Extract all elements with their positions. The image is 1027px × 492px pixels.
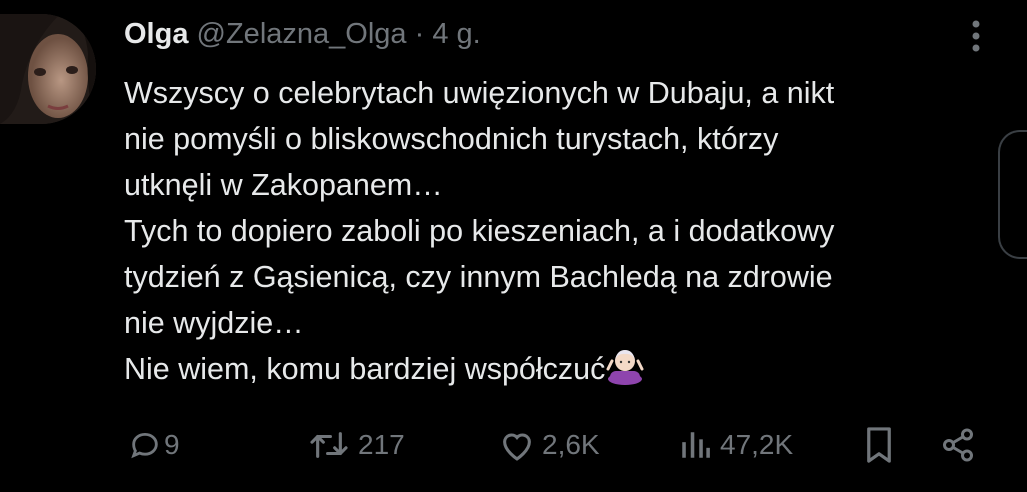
avatar[interactable] [0,14,96,124]
tweet-line: Tych to dopiero zaboli po kieszeniach, a… [124,214,835,248]
tweet-header: Olga @Zelazna_Olga · 4 g. [124,18,481,51]
tweet-line: utknęli w Zakopanem… [124,168,443,202]
like-icon [503,433,531,461]
tweet-time[interactable]: 4 g. [432,18,480,50]
reply-button[interactable]: 9 [128,422,180,468]
separator-dot: · [414,18,425,50]
tweet-text: Wszyscy o celebrytach uwięzionych w Duba… [124,70,984,392]
scroll-edge [998,130,1027,259]
like-button[interactable]: 2,6K [498,422,600,468]
bookmark-icon [867,427,891,463]
author-handle[interactable]: @Zelazna_Olga [197,18,407,50]
share-icon [943,428,973,462]
reply-count: 9 [164,429,180,460]
reply-icon [131,432,158,459]
repost-icon [310,432,348,458]
tweet-last-line: Nie wiem, komu bardziej współczuć [124,346,984,392]
repost-count: 217 [358,429,405,460]
tweet-line: Nie wiem, komu bardziej współczuć [124,352,606,386]
tweet-line: Wszyscy o celebrytach uwięzionych w Duba… [124,76,835,110]
shrug-emoji [606,350,644,385]
repost-button[interactable]: 217 [306,422,405,468]
share-button[interactable] [940,422,976,468]
tweet-line: nie wyjdzie… [124,306,304,340]
bookmark-button[interactable] [864,422,894,468]
author-name[interactable]: Olga [124,18,188,50]
tweet-line: tydzień z Gąsienicą, czy innym Bachledą … [124,260,833,294]
views-icon [682,432,710,458]
action-bar: 9 217 2,6K 47,2K [0,422,1027,468]
views-count: 47,2K [720,429,794,460]
like-count: 2,6K [542,429,600,460]
more-icon[interactable] [966,16,986,56]
tweet-line: nie pomyśli o bliskowschodnich turystach… [124,122,779,156]
views-button[interactable]: 47,2K [678,422,793,468]
